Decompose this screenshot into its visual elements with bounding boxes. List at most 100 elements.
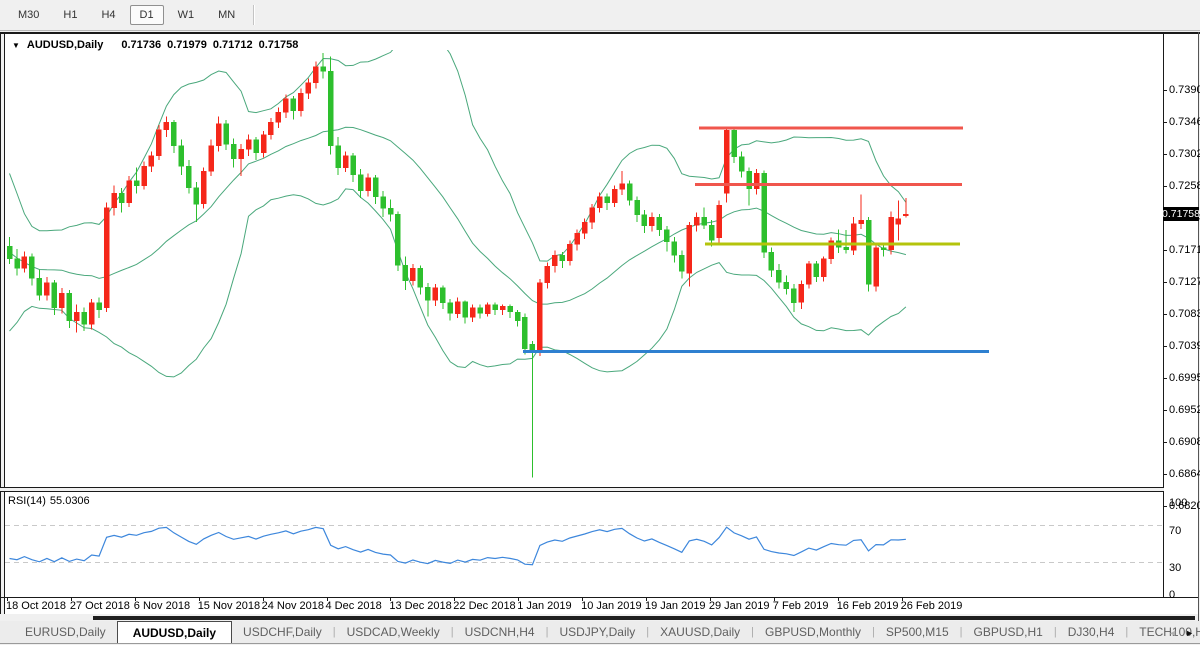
- rsi-axis-label: 70: [1169, 525, 1181, 537]
- price-axis-label: 0.70830: [1169, 308, 1200, 320]
- candle-bullish: [687, 225, 692, 273]
- timeframe-button-h4[interactable]: H4: [91, 5, 125, 25]
- candle-bearish: [657, 217, 662, 229]
- candle-bearish: [440, 288, 445, 303]
- candle-bullish: [313, 67, 318, 83]
- quote-open: 0.71736: [121, 39, 161, 51]
- candle-bearish: [186, 166, 191, 188]
- candle-bearish: [672, 242, 677, 255]
- candle-bullish: [612, 189, 617, 202]
- candle-bearish: [37, 278, 42, 295]
- candle-bearish: [231, 144, 236, 159]
- price-axis-tick: [1163, 250, 1167, 251]
- candle-bearish: [791, 289, 796, 303]
- tab-audusd-daily[interactable]: AUDUSD,Daily: [117, 621, 232, 643]
- price-axis-label: 0.70390: [1169, 340, 1200, 352]
- candle-bullish: [545, 266, 550, 283]
- tab-usdchf-daily[interactable]: USDCHF,Daily: [232, 621, 333, 643]
- date-axis[interactable]: 18 Oct 201827 Oct 20186 Nov 201815 Nov 2…: [5, 598, 1198, 614]
- tab-usdcad-weekly[interactable]: USDCAD,Weekly: [336, 621, 451, 643]
- candle-bullish: [283, 99, 288, 112]
- candle-bullish: [649, 217, 654, 226]
- price-axis-tick: [1163, 314, 1167, 315]
- candle-bullish: [22, 257, 27, 269]
- rsi-line: [10, 527, 906, 565]
- mt4-terminal: M30H1H4D1W1MN ▼ AUDUSD,Daily 0.71736 0.7…: [0, 0, 1200, 645]
- price-axis-label: 0.69080: [1169, 436, 1200, 448]
- tab-usdjpy-daily[interactable]: USDJPY,Daily: [548, 621, 646, 643]
- timeframe-button-mn[interactable]: MN: [208, 5, 245, 25]
- tab-scroll-arrows: ◄►: [1168, 621, 1194, 644]
- candle-bullish: [343, 156, 348, 168]
- candle-bearish: [381, 197, 386, 209]
- date-axis-label: 10 Jan 2019: [581, 600, 642, 612]
- candle-bearish: [515, 312, 520, 321]
- timeframe-toolbar: M30H1H4D1W1MN: [0, 0, 1200, 31]
- timeframe-button-m30[interactable]: M30: [8, 5, 49, 25]
- candle-bearish: [627, 184, 632, 201]
- candle-bullish: [410, 268, 415, 280]
- candle-bearish: [403, 265, 408, 280]
- candle-bullish: [582, 222, 587, 233]
- candle-bullish: [754, 173, 759, 188]
- date-axis-label: 13 Dec 2018: [389, 600, 451, 612]
- chart-window: ▼ AUDUSD,Daily 0.71736 0.71979 0.71712 0…: [0, 32, 1200, 621]
- tab-xauusd-daily[interactable]: XAUUSD,Daily: [649, 621, 751, 643]
- candle-bullish: [799, 284, 804, 302]
- candle-bearish: [493, 305, 498, 310]
- candle-bullish: [201, 171, 206, 204]
- candle-bearish: [784, 282, 789, 289]
- candle-bullish: [366, 178, 371, 191]
- candle-bearish: [328, 71, 333, 145]
- tab-usdcnh-h4[interactable]: USDCNH,H4: [454, 621, 546, 643]
- candle-bearish: [358, 175, 363, 191]
- candle-bearish: [642, 215, 647, 226]
- candle-bullish: [164, 122, 169, 129]
- date-axis-label: 18 Oct 2018: [6, 600, 66, 612]
- candle-bearish: [336, 146, 341, 168]
- chart-scrollbar-thumb[interactable]: [93, 616, 1195, 620]
- candle-bullish: [149, 156, 154, 166]
- price-chart[interactable]: [5, 50, 1163, 487]
- price-axis-tick: [1163, 282, 1167, 283]
- candle-bullish: [821, 259, 826, 277]
- candle-bearish: [7, 246, 12, 258]
- timeframe-button-w1[interactable]: W1: [168, 5, 205, 25]
- price-axis-tick: [1163, 90, 1167, 91]
- rsi-name: RSI(14): [8, 495, 46, 507]
- candle-bearish: [29, 257, 34, 279]
- candle-bearish: [732, 130, 737, 156]
- candle-bullish: [851, 224, 856, 250]
- rsi-axis-label: 0: [1169, 589, 1175, 601]
- rsi-chart[interactable]: [5, 492, 1163, 597]
- candle-bearish: [119, 193, 124, 203]
- rsi-indicator-label: RSI(14)55.0306: [8, 495, 94, 507]
- candle-bullish: [433, 288, 438, 300]
- price-axis-tick: [1163, 442, 1167, 443]
- candle-bearish: [739, 157, 744, 172]
- price-axis-tick: [1163, 378, 1167, 379]
- chart-scrollbar[interactable]: [0, 614, 1198, 621]
- tab-gbpusd-monthly[interactable]: GBPUSD,Monthly: [754, 621, 872, 643]
- tab-scroll-left-icon[interactable]: ◄: [1168, 628, 1177, 638]
- tab-gbpusd-h1[interactable]: GBPUSD,H1: [962, 621, 1053, 643]
- candle-bullish: [590, 208, 595, 223]
- candle-bullish: [306, 83, 311, 93]
- tab-dj30-h4[interactable]: DJ30,H4: [1057, 621, 1126, 643]
- price-axis-label: 0.72580: [1169, 180, 1200, 192]
- timeframe-button-h1[interactable]: H1: [53, 5, 87, 25]
- timeframe-button-d1[interactable]: D1: [130, 5, 164, 25]
- tab-eurusd-daily[interactable]: EURUSD,Daily: [14, 621, 117, 643]
- price-axis[interactable]: 0.739000.734600.730200.725800.721400.717…: [1164, 34, 1198, 597]
- candle-bearish: [224, 124, 229, 144]
- candle-bearish: [747, 171, 752, 189]
- price-axis-label: 0.69520: [1169, 404, 1200, 416]
- tab-sp500-m15[interactable]: SP500,M15: [875, 621, 960, 643]
- candle-bullish: [537, 283, 542, 350]
- window-border-left: [0, 32, 1, 621]
- tab-scroll-right-icon[interactable]: ►: [1185, 628, 1194, 638]
- chart-quote-header[interactable]: ▼ AUDUSD,Daily 0.71736 0.71979 0.71712 0…: [12, 38, 304, 52]
- candle-bullish: [298, 93, 303, 111]
- candle-bearish: [709, 225, 714, 240]
- candle-bearish: [664, 230, 669, 242]
